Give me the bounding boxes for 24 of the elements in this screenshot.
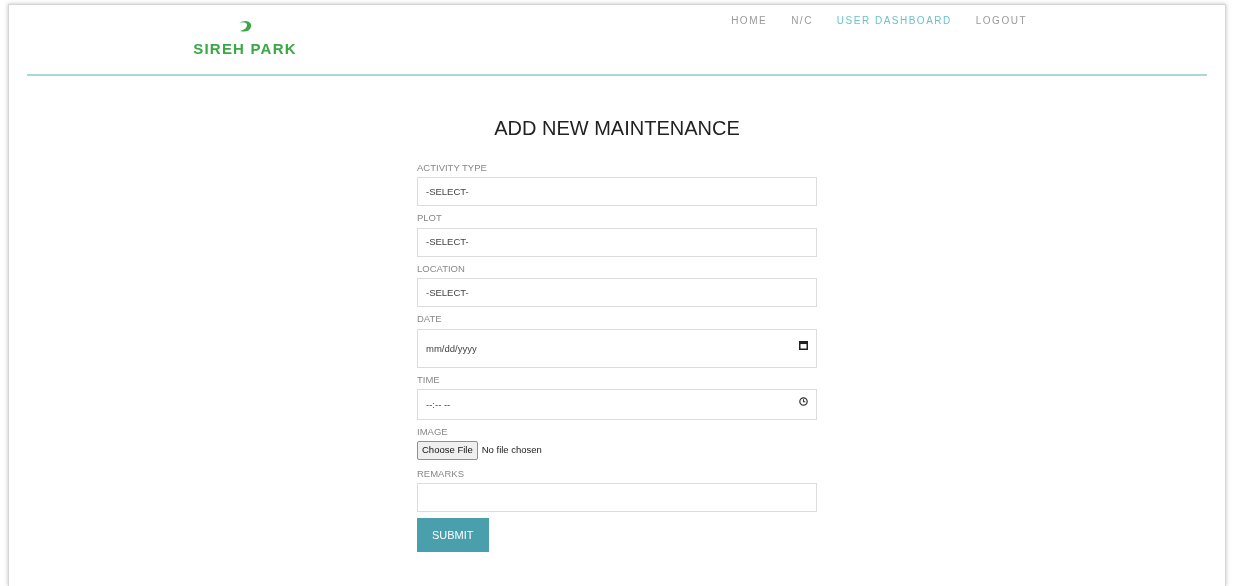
file-status: No file chosen — [481, 443, 542, 458]
brand-name: SIREH PARK — [193, 39, 297, 59]
select-field[interactable]: -SELECT- — [417, 227, 817, 257]
field-label: IMAGE — [417, 425, 449, 438]
nav-link[interactable]: HOME — [731, 13, 768, 28]
remarks-field[interactable] — [417, 483, 817, 512]
field-label: ACTIVITY TYPE — [417, 162, 488, 174]
clock-icon[interactable] — [799, 397, 808, 407]
field-label: PLOT — [417, 212, 443, 224]
calendar-icon[interactable] — [799, 341, 808, 351]
form-title: ADD NEW MAINTENANCE — [493, 116, 741, 140]
submit-button[interactable]: SUBMIT — [417, 518, 489, 553]
date-field[interactable]: mm/dd/yyyy — [417, 328, 817, 368]
field-label: REMARKS — [417, 467, 465, 479]
select-field[interactable]: -SELECT- — [417, 278, 817, 308]
nav-link[interactable]: USER DASHBOARD — [836, 13, 952, 28]
nav-link[interactable]: N/C — [791, 13, 813, 28]
choose-file-button[interactable]: Choose File — [417, 441, 478, 460]
field-label: TIME — [417, 373, 441, 385]
select-field[interactable]: -SELECT- — [417, 177, 817, 207]
time-field[interactable]: --:-- -- — [417, 388, 817, 420]
field-label: LOCATION — [417, 262, 466, 275]
field-label: DATE — [417, 313, 443, 325]
nav-link[interactable]: LOGOUT — [975, 13, 1027, 28]
